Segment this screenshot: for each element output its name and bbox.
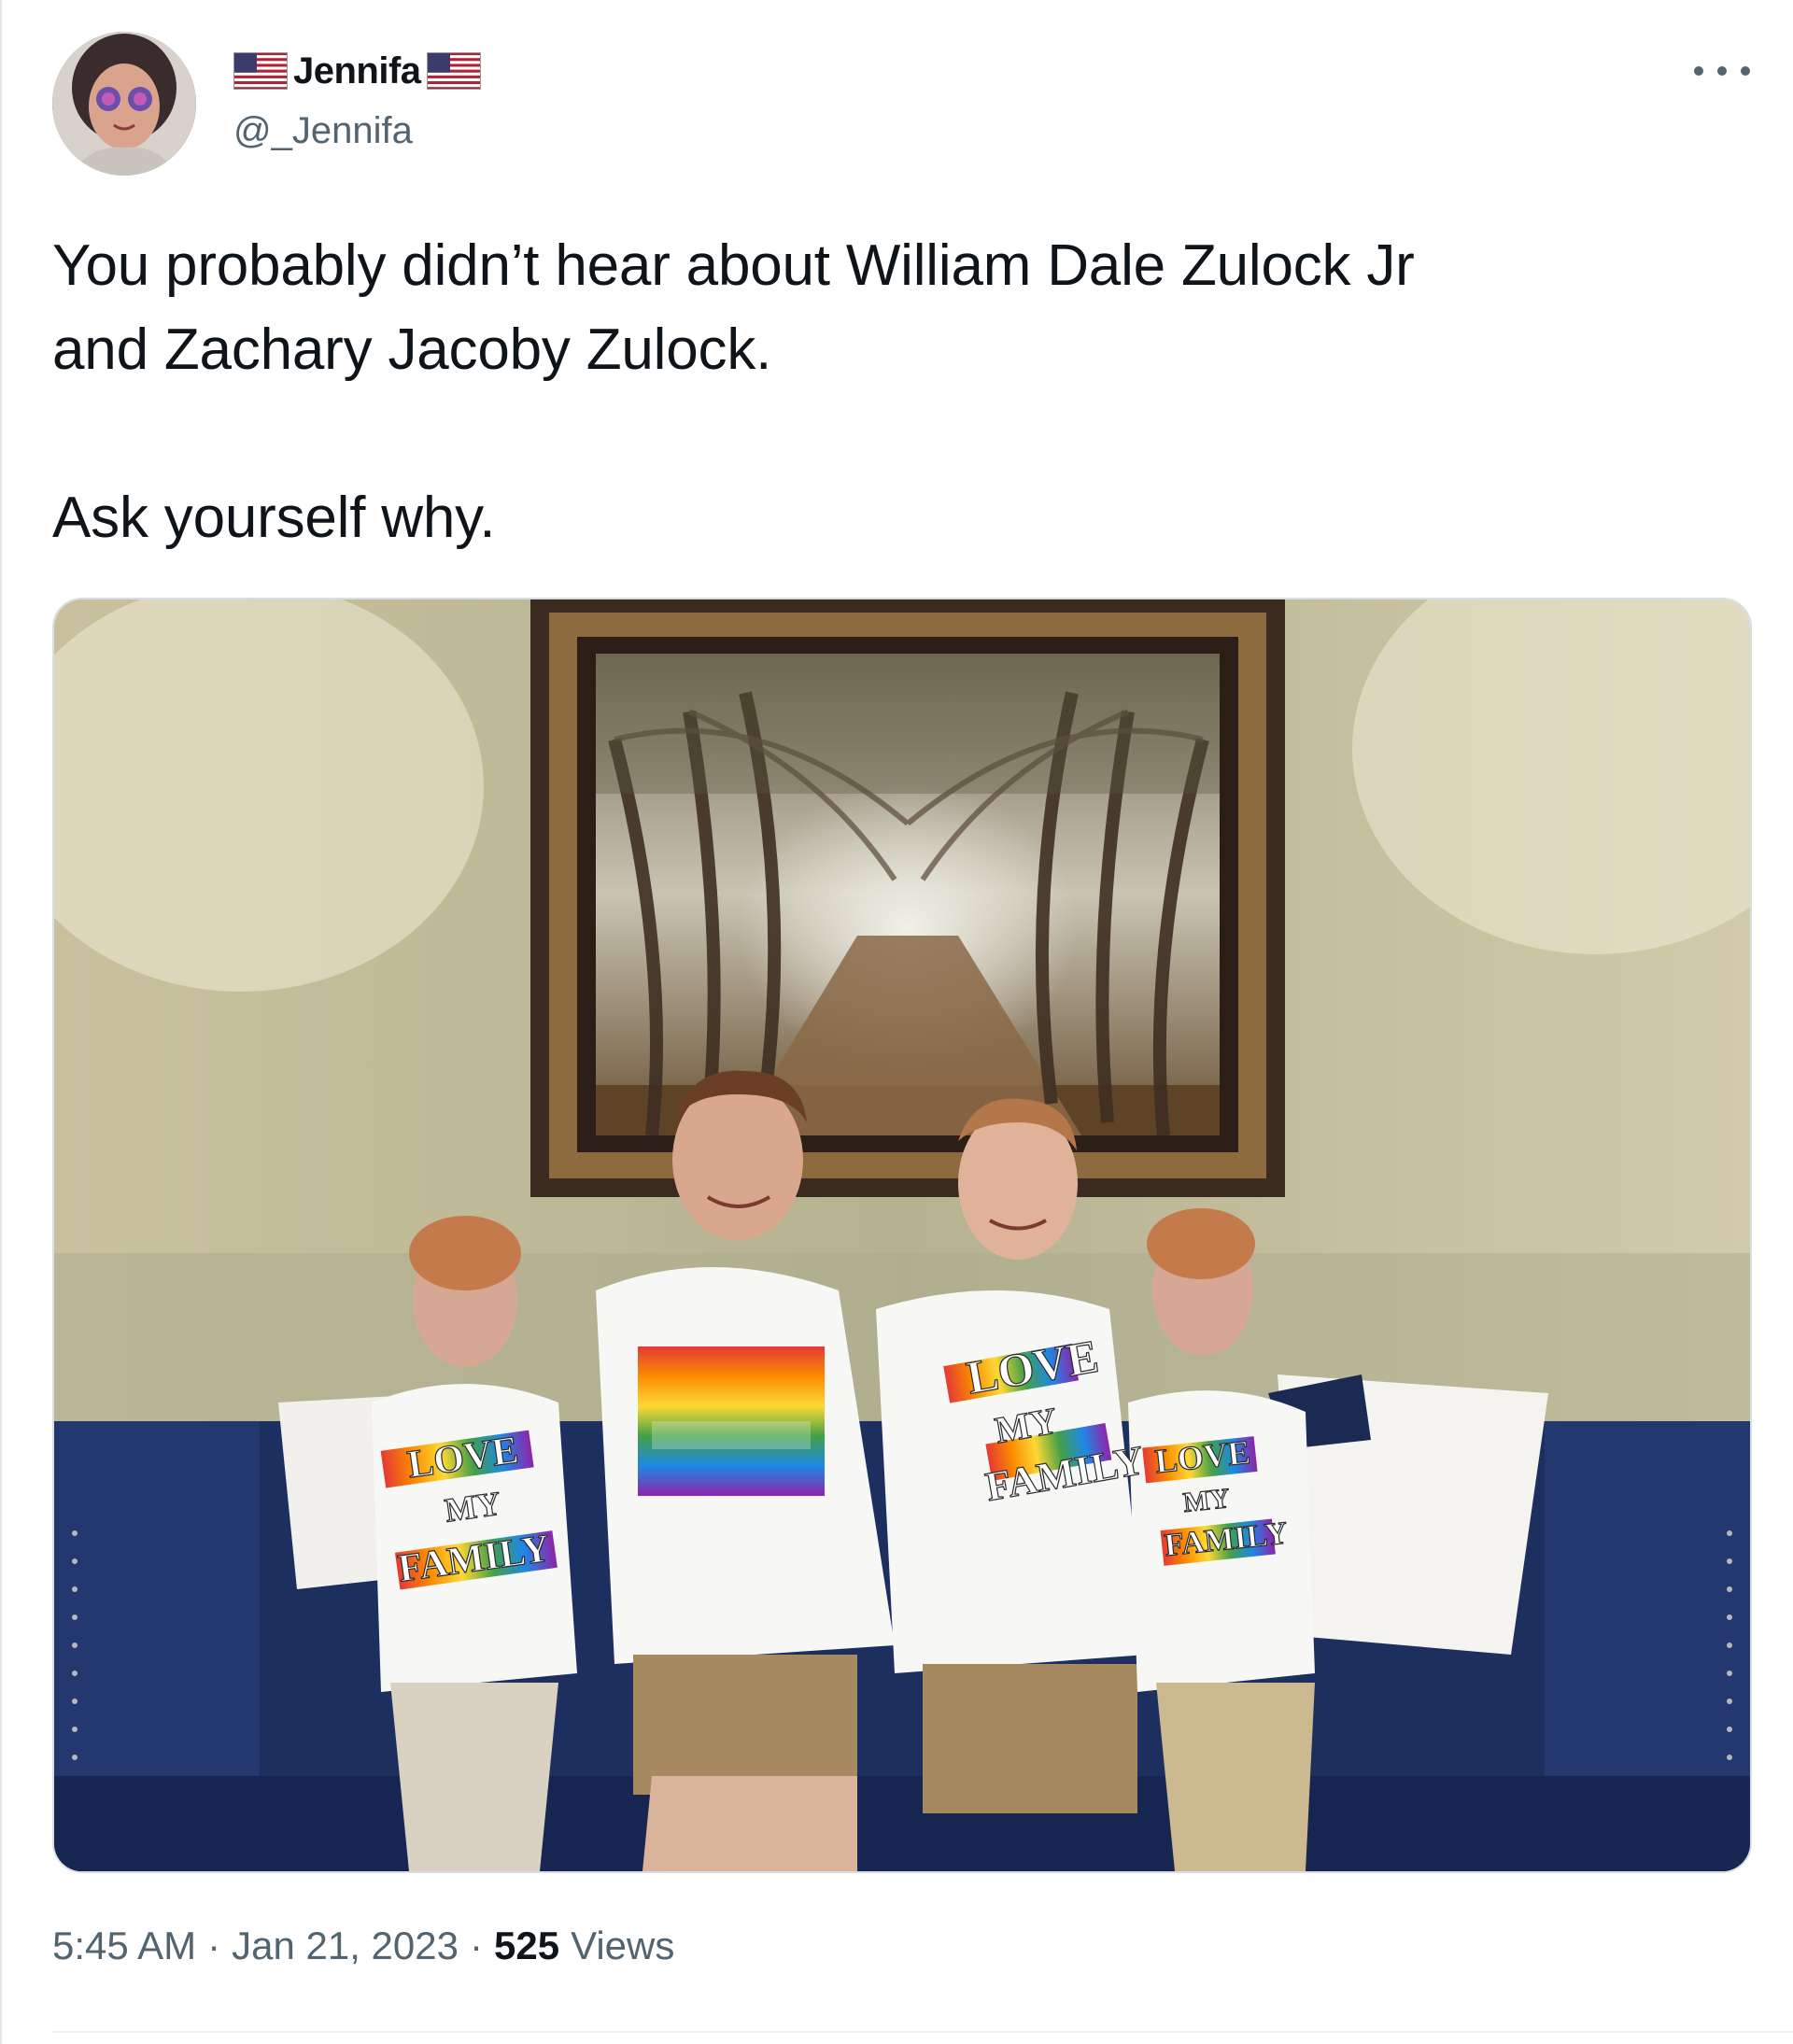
dot xyxy=(1741,66,1750,76)
author-name-row[interactable]: Jennifa xyxy=(233,49,481,93)
divider xyxy=(52,2031,1793,2033)
tweet-meta: 5:45 AM · Jan 21, 2023 · 525 Views xyxy=(52,1924,674,1968)
views-label: Views xyxy=(571,1924,675,1967)
us-flag-icon xyxy=(233,52,288,90)
tweet-text: You probably didn’t hear about William D… xyxy=(52,233,1415,550)
meta-separator: · xyxy=(207,1924,221,1967)
tweet-date[interactable]: Jan 21, 2023 xyxy=(232,1924,459,1968)
tweet-photo[interactable]: LOVE MY FAMILY LOVE MY FAMILY LOVE MY FA… xyxy=(52,598,1752,1873)
tweet-card: Jennifa @_Jennifa You probably didn’t he… xyxy=(0,0,1793,2044)
dot xyxy=(1694,66,1703,76)
shirt-text-my-small: MY xyxy=(1181,1483,1231,1518)
avatar[interactable] xyxy=(52,32,196,176)
dot xyxy=(1717,66,1727,76)
author-handle[interactable]: @_Jennifa xyxy=(233,110,413,152)
us-flag-icon xyxy=(426,52,481,90)
shirt-text-my-left: MY xyxy=(443,1485,503,1529)
tweet-time[interactable]: 5:45 AM xyxy=(52,1924,196,1968)
more-options-icon[interactable] xyxy=(1694,52,1750,90)
views-count: 525 xyxy=(493,1924,560,1967)
framed-painting xyxy=(530,599,1285,1197)
meta-separator: · xyxy=(469,1924,483,1967)
author-display-name[interactable]: Jennifa xyxy=(293,50,421,92)
column-border xyxy=(0,0,2,2044)
